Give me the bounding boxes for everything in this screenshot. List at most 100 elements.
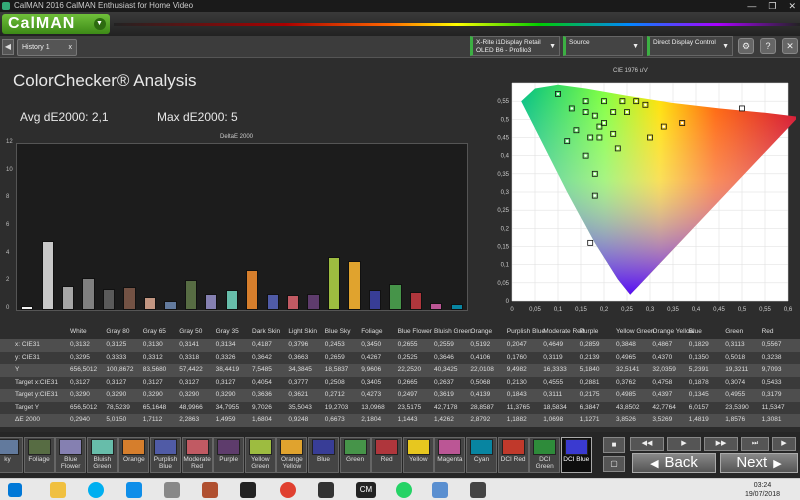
meter-selector[interactable]: X-Rite i1Display Retail OLED B6 - Profil…	[470, 36, 560, 56]
swatch-button[interactable]: Moderate Red	[181, 437, 213, 473]
chrome-icon[interactable]	[280, 482, 296, 498]
table-cell: 0,1829	[688, 341, 709, 348]
column-header[interactable]: Blue Sky	[325, 326, 351, 339]
column-header[interactable]: White	[70, 326, 87, 339]
run-button[interactable]: ▶	[772, 437, 796, 451]
table-cell: 0,2655	[397, 341, 418, 348]
column-header[interactable]: Moderate Red	[543, 326, 584, 339]
maximize-button[interactable]: ❐	[768, 0, 776, 12]
teamviewer-icon[interactable]	[126, 482, 142, 498]
column-header[interactable]: Yellow Green	[616, 326, 654, 339]
column-header[interactable]: Bluish Green	[434, 326, 472, 339]
cie-diagram: 0 0,05 0,1 0,15 0,2 0,25 0,3 0,35 0,4 0,45 0,5 0,55…	[497, 82, 796, 313]
column-header[interactable]: Gray 65	[143, 326, 166, 339]
swatch-label: Blue	[316, 456, 330, 463]
table-cell: 40,3425	[434, 366, 458, 373]
file-explorer-icon[interactable]	[50, 482, 66, 498]
swatch-label: Flower	[60, 463, 81, 470]
column-header[interactable]: Foliage	[361, 326, 382, 339]
swatch-button[interactable]: Magenta	[434, 437, 466, 473]
close-button[interactable]: ✕	[788, 0, 796, 12]
next-button[interactable]: Next ▶	[720, 453, 798, 473]
swatch-button[interactable]: Cyan	[466, 437, 497, 473]
next-step-button[interactable]: ▶▶	[704, 437, 738, 451]
help-button[interactable]: ?	[760, 38, 776, 54]
swatch-button[interactable]: ky	[0, 437, 23, 473]
swatch-button[interactable]: DCI Blue	[560, 437, 592, 473]
table-row: y: CIE31 0,3295 0,3333 0,3312 0,3318 0,3326 0,…	[0, 351, 800, 364]
play-button[interactable]: ▶	[667, 437, 701, 451]
table-cell: 0,4985	[616, 391, 636, 398]
table-cell: 1,0698	[543, 416, 564, 423]
prev-step-button[interactable]: ◀◀	[630, 437, 664, 451]
skip-button[interactable]: ⏭	[741, 437, 769, 451]
table-cell: 0,4106	[470, 353, 491, 361]
display-selector[interactable]: Direct Display Control ▼	[647, 36, 733, 56]
terminal-icon[interactable]	[240, 482, 256, 498]
swatch-button[interactable]: Blue Flower	[55, 437, 87, 473]
source-selector[interactable]: Source ▼	[563, 36, 643, 56]
tab-history-1[interactable]: History 1 x	[17, 39, 77, 56]
skype-icon[interactable]	[88, 482, 104, 498]
table-cell: 0,4267	[361, 353, 382, 361]
media-icon[interactable]	[318, 482, 334, 498]
target-point	[589, 241, 592, 245]
table-cell: 0,2508	[324, 378, 345, 386]
calman-logo-menu[interactable]: CalMAN ▼	[2, 14, 110, 34]
column-header[interactable]: Gray 80	[106, 326, 129, 339]
swatch-button[interactable]: Yellow	[402, 437, 434, 473]
table-cell: 42,7764	[652, 403, 676, 411]
swatch-button[interactable]: Foliage	[23, 437, 55, 473]
column-header[interactable]: Purplish Blue	[507, 326, 545, 339]
swatch-button[interactable]: Orange Yellow	[276, 437, 308, 473]
column-header[interactable]: Blue	[689, 326, 702, 339]
table-row: Target y:CIE31 0,3290 0,3290 0,3290 0,3290 0,…	[0, 389, 800, 402]
swatch-button[interactable]: Red	[371, 437, 403, 473]
column-header[interactable]: Orange	[470, 326, 492, 339]
column-header[interactable]: Gray 35	[216, 326, 239, 339]
table-cell: 0,3290	[215, 391, 236, 398]
swatch-button[interactable]: DCI Red	[497, 437, 529, 473]
next-arrow-icon: ▶	[773, 458, 782, 470]
app2-icon[interactable]	[470, 482, 486, 498]
target-point	[589, 136, 592, 139]
y-tick-label: 0,25	[497, 208, 509, 214]
paint-icon[interactable]	[202, 482, 218, 498]
table-cell: 0,4370	[652, 353, 673, 361]
table-cell: 0,3312	[142, 353, 163, 361]
stop-button[interactable]: ■	[603, 437, 625, 453]
column-header[interactable]: Gray 50	[179, 326, 202, 339]
back-button[interactable]: ◀ Back	[632, 453, 716, 473]
settings-button[interactable]: ⚙	[738, 38, 754, 54]
swatch-button[interactable]: Purplish Blue	[150, 437, 181, 473]
column-header[interactable]: Green	[725, 326, 743, 339]
app-icon[interactable]	[164, 482, 180, 498]
swatch-button[interactable]: Blue	[308, 437, 339, 473]
table-row: Target Y 656,5012 78,5239 65,1648 48,9966 34,…	[0, 401, 800, 414]
target-point	[681, 121, 684, 125]
column-header[interactable]: Dark Skin	[252, 326, 280, 339]
swatch-button[interactable]: Green	[339, 437, 371, 473]
swatch-button[interactable]: Yellow Green	[244, 437, 276, 473]
square-button[interactable]: ▢	[603, 456, 625, 472]
tab-nav-back-icon[interactable]: ◀	[2, 39, 14, 55]
table-cell: 0,5567	[761, 341, 782, 348]
swatch-button[interactable]: DCI Green	[529, 437, 561, 473]
table-cell: 1,7112	[142, 416, 163, 423]
column-header[interactable]: Red	[762, 326, 774, 339]
column-header[interactable]: Light Skin	[288, 326, 317, 339]
column-header[interactable]: Blue Flower	[398, 326, 432, 339]
calman-taskbar-icon[interactable]: CM	[356, 482, 376, 498]
swatch-button[interactable]: Purple	[213, 437, 245, 473]
tab-close-icon[interactable]: x	[69, 40, 73, 55]
swatch-button[interactable]: Orange	[118, 437, 150, 473]
clock[interactable]: 03:24 19/07/2018	[745, 481, 780, 499]
start-icon[interactable]	[8, 483, 22, 497]
close-panel-button[interactable]: ✕	[782, 38, 798, 54]
swatch-button[interactable]: Bluish Green	[86, 437, 118, 473]
photos-icon[interactable]	[432, 482, 448, 498]
minimize-button[interactable]: —	[747, 0, 756, 12]
whatsapp-icon[interactable]	[396, 482, 412, 498]
column-header[interactable]: Purple	[580, 326, 599, 339]
table-cell: 0,3646	[434, 353, 454, 361]
